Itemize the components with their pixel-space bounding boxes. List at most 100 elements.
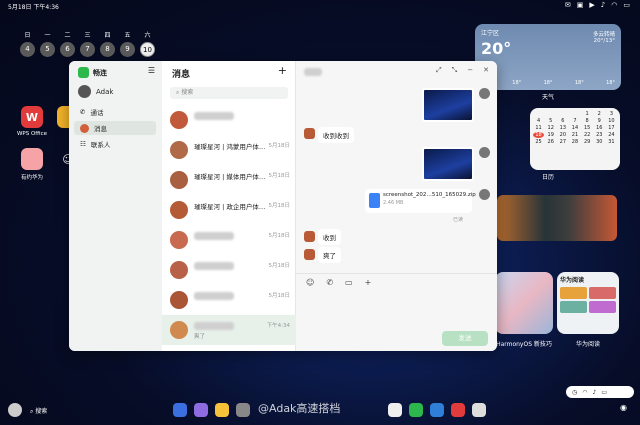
weekday-header: 六 bbox=[144, 32, 151, 39]
reading-widget[interactable]: 华为阅读 bbox=[557, 272, 619, 334]
desktop-icon-wps[interactable]: W WPS Office bbox=[16, 106, 48, 137]
calendar-day[interactable]: 19 bbox=[545, 132, 556, 138]
calendar-day[interactable]: 16 bbox=[594, 125, 605, 131]
conversation-time: 5月18日 bbox=[268, 293, 291, 299]
calendar-day[interactable]: 21 bbox=[569, 132, 580, 138]
calendar-day[interactable]: 11 bbox=[533, 125, 544, 131]
calendar-day[interactable]: 31 bbox=[606, 139, 617, 145]
calendar-day[interactable]: 5 bbox=[545, 118, 556, 124]
message-input[interactable] bbox=[302, 293, 492, 327]
notification-icon[interactable]: ◉ bbox=[620, 403, 634, 417]
conversation-item[interactable]: 畅连助手2中午12:09 bbox=[162, 345, 296, 351]
weekday-header: 四 bbox=[104, 32, 111, 39]
day-cell[interactable]: 5 bbox=[40, 42, 55, 57]
minimize-icon[interactable]: − bbox=[467, 66, 473, 75]
desktop-icon-meetup[interactable]: 有约华为 bbox=[16, 148, 48, 181]
calendar-day[interactable]: 10 bbox=[606, 118, 617, 124]
calendar-day[interactable]: 23 bbox=[594, 132, 605, 138]
app-icon[interactable] bbox=[430, 403, 444, 417]
music-widget[interactable] bbox=[497, 195, 617, 241]
conversation-item[interactable]: 5月18日 bbox=[162, 225, 296, 255]
tips-widget[interactable] bbox=[495, 272, 553, 334]
calendar-day[interactable]: 20 bbox=[557, 132, 568, 138]
sent-image[interactable] bbox=[422, 88, 474, 122]
app-icon[interactable] bbox=[472, 403, 486, 417]
nav-calls[interactable]: ✆ 通话 bbox=[74, 105, 156, 119]
calendar-day[interactable]: 14 bbox=[569, 125, 580, 131]
fullscreen-icon[interactable]: ⤢ bbox=[436, 66, 442, 75]
calendar-day[interactable]: 27 bbox=[557, 139, 568, 145]
restore-icon[interactable]: ⤡ bbox=[452, 66, 458, 75]
calendar-day[interactable]: 6 bbox=[557, 118, 568, 124]
day-cell[interactable]: 4 bbox=[20, 42, 35, 57]
add-icon[interactable]: + bbox=[278, 64, 287, 77]
search-input[interactable]: ⌕ 搜索 bbox=[170, 87, 288, 99]
calendar-day[interactable]: 3 bbox=[606, 111, 617, 117]
app-logo-icon bbox=[78, 67, 89, 78]
calendar-day[interactable]: 24 bbox=[606, 132, 617, 138]
calendar-day[interactable]: 9 bbox=[594, 118, 605, 124]
notes-icon[interactable] bbox=[215, 403, 229, 417]
day-cell[interactable]: 7 bbox=[80, 42, 95, 57]
calendar-day[interactable] bbox=[557, 111, 568, 117]
calendar-day[interactable] bbox=[569, 111, 580, 117]
conversation-item[interactable]: 璀璨星河 | 媒体用户体… 5月18日 bbox=[162, 165, 296, 195]
taskbar-search[interactable]: ⌕ 搜索 bbox=[30, 406, 47, 416]
menu-icon[interactable]: ☰ bbox=[148, 66, 155, 75]
nav-messages[interactable]: 消息 bbox=[74, 121, 156, 135]
conversation-item[interactable]: 5月18日 bbox=[162, 285, 296, 315]
calendar-day[interactable]: 8 bbox=[582, 118, 593, 124]
add-attachment-icon[interactable]: + bbox=[365, 278, 372, 287]
calendar-day[interactable]: 29 bbox=[582, 139, 593, 145]
calendar-day[interactable]: 28 bbox=[569, 139, 580, 145]
calendar-day[interactable]: 1 bbox=[582, 111, 593, 117]
conversation-item[interactable]: 璀璨星河 | 政企用户体… 5月18日 bbox=[162, 195, 296, 225]
forecast-temp: 18° bbox=[512, 80, 522, 86]
conversation-time: 5月18日 bbox=[268, 263, 291, 269]
emoji-icon[interactable]: ☺ bbox=[306, 278, 314, 287]
calendar-day[interactable]: 12 bbox=[545, 125, 556, 131]
calendar-day[interactable]: 4 bbox=[533, 118, 544, 124]
conversation-item[interactable]: 下午4:34 爽了 bbox=[162, 315, 296, 345]
nav-contacts[interactable]: ☷ 联系人 bbox=[74, 137, 156, 151]
conversation-item[interactable]: 璀璨星河 | 鸿蒙用户体… 5月18日 bbox=[162, 135, 296, 165]
app-icon[interactable] bbox=[388, 403, 402, 417]
phone-call-icon[interactable]: ✆ bbox=[326, 278, 333, 287]
calendar-day[interactable]: 17 bbox=[606, 125, 617, 131]
conversation-time: 5月18日 bbox=[268, 143, 291, 149]
day-cell[interactable]: 9 bbox=[120, 42, 135, 57]
phone-icon: ✆ bbox=[80, 108, 86, 116]
calendar-day[interactable]: 22 bbox=[582, 132, 593, 138]
calendar-day[interactable]: 26 bbox=[545, 139, 556, 145]
app-grid-icon[interactable] bbox=[173, 403, 187, 417]
calendar-day[interactable]: 25 bbox=[533, 139, 544, 145]
calendar-day[interactable] bbox=[533, 111, 544, 117]
calendar-day[interactable]: 18 bbox=[533, 132, 545, 138]
calendar-day[interactable]: 30 bbox=[594, 139, 605, 145]
day-cell[interactable]: 6 bbox=[60, 42, 75, 57]
day-cell[interactable]: 8 bbox=[100, 42, 115, 57]
calendar-day[interactable] bbox=[545, 111, 556, 117]
calendar-day[interactable]: 2 bbox=[594, 111, 605, 117]
gallery-icon[interactable] bbox=[194, 403, 208, 417]
calendar-widget[interactable]: 1 2 3 4 5 6 7 8 9 10 11 12 13 14 15 16 17 18 19 20 21 22 23 24 2… bbox=[530, 108, 620, 170]
chat-app-window: 畅连 ☰ Adak ✆ 通话 消息 ☷ 联系人 消息 + ⌕ 搜索 璀璨星河 |… bbox=[69, 61, 497, 351]
calendar-day[interactable]: 7 bbox=[569, 118, 580, 124]
sent-image[interactable] bbox=[422, 147, 474, 181]
conversation-item[interactable] bbox=[162, 105, 296, 135]
wps-taskbar-icon[interactable] bbox=[451, 403, 465, 417]
message-bubble: 爽了 bbox=[318, 247, 341, 263]
file-message[interactable]: screenshot_202…510_165029.zip 2.46 MB bbox=[365, 189, 476, 213]
calendar-day[interactable]: 15 bbox=[582, 125, 593, 131]
start-icon[interactable] bbox=[8, 403, 22, 417]
conversation-item[interactable]: 5月18日 bbox=[162, 255, 296, 285]
user-profile[interactable]: Adak bbox=[78, 85, 113, 98]
close-icon[interactable]: ✕ bbox=[483, 66, 489, 75]
app-icon[interactable] bbox=[236, 403, 250, 417]
day-cell[interactable]: 10 bbox=[140, 42, 155, 57]
status-icons: ✉ ▣ ▶ ♪ ◠ ▭ bbox=[565, 1, 630, 9]
calendar-day[interactable]: 13 bbox=[557, 125, 568, 131]
phone-app-icon[interactable] bbox=[409, 403, 423, 417]
send-button[interactable]: 发送 bbox=[442, 331, 488, 346]
video-call-icon[interactable]: ▭ bbox=[345, 278, 353, 287]
